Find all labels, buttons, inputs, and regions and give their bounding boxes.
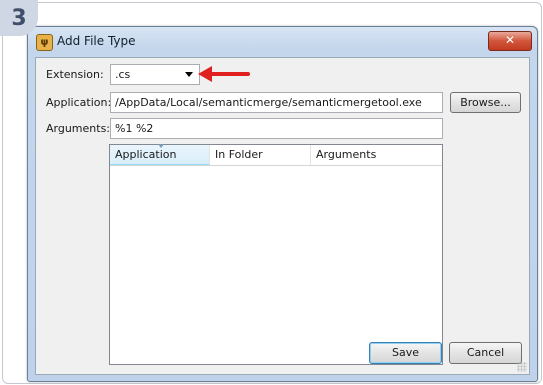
column-header-arguments[interactable]: Arguments bbox=[311, 145, 442, 165]
column-label: Arguments bbox=[316, 148, 377, 161]
extension-value: .cs bbox=[115, 68, 131, 81]
add-file-type-dialog: ψ Add File Type ✕ Extension: .cs Applica… bbox=[27, 26, 538, 382]
browse-button[interactable]: Browse... bbox=[450, 92, 521, 113]
application-label: Application: bbox=[46, 96, 112, 109]
window-title: Add File Type bbox=[57, 34, 136, 48]
application-field[interactable]: /AppData/Local/semanticmerge/semanticmer… bbox=[110, 92, 443, 113]
list-header: Application In Folder Arguments bbox=[110, 144, 442, 166]
save-button[interactable]: Save bbox=[369, 342, 442, 364]
column-label: Application bbox=[115, 148, 177, 161]
arguments-field[interactable]: %1 %2 bbox=[110, 118, 443, 139]
resize-grip-icon[interactable] bbox=[517, 362, 527, 372]
cancel-button[interactable]: Cancel bbox=[449, 342, 522, 364]
title-bar[interactable]: ψ Add File Type ✕ bbox=[28, 27, 537, 55]
dialog-body: Extension: .cs Application: /AppData/Loc… bbox=[35, 57, 530, 375]
extension-combobox[interactable]: .cs bbox=[110, 64, 200, 85]
column-header-application[interactable]: Application bbox=[110, 144, 210, 165]
column-header-in-folder[interactable]: In Folder bbox=[210, 145, 311, 165]
app-icon: ψ bbox=[36, 34, 53, 51]
extension-label: Extension: bbox=[46, 68, 104, 81]
step-badge: 3 bbox=[0, 0, 38, 36]
arguments-label: Arguments: bbox=[46, 122, 111, 135]
annotation-arrow-icon bbox=[198, 66, 250, 82]
chevron-down-icon[interactable] bbox=[185, 72, 193, 77]
close-button[interactable]: ✕ bbox=[488, 31, 532, 51]
sort-caret-icon bbox=[158, 144, 164, 148]
file-type-list[interactable]: Application In Folder Arguments bbox=[109, 144, 443, 365]
column-label: In Folder bbox=[215, 148, 263, 161]
